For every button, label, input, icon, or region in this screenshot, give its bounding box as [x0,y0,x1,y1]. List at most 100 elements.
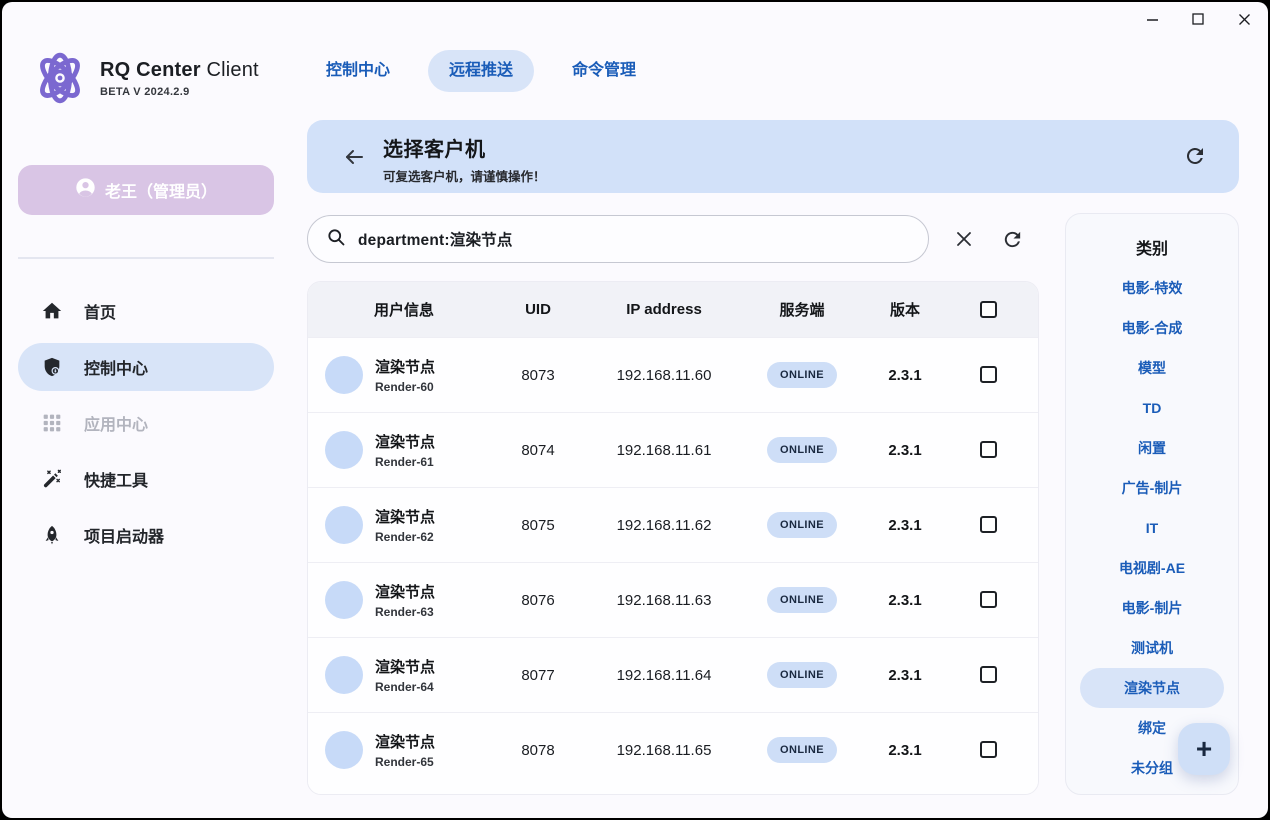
table-row[interactable]: 渲染节点 Render-64 8077 192.168.11.64 ONLINE… [308,637,1038,712]
close-icon[interactable] [1230,6,1258,32]
client-hostname: Render-64 [375,680,435,694]
sidebar-divider [18,257,274,259]
top-nav: 控制中心 远程推送 命令管理 [326,50,636,92]
client-version: 2.3.1 [869,367,941,384]
table-row[interactable]: 渲染节点 Render-61 8074 192.168.11.61 ONLINE… [308,412,1038,487]
col-user-info: 用户信息 [325,299,483,320]
app-title: RQ Center Client [100,59,259,82]
table-header: 用户信息 UID IP address 服务端 版本 [308,282,1038,337]
sidebar-item-label: 控制中心 [84,355,148,379]
status-badge: ONLINE [767,512,837,538]
user-badge-label: 老王（管理员） [105,178,217,202]
client-name: 渲染节点 [375,431,435,452]
app-logo: RQ Center Client BETA V 2024.2.9 [30,48,259,108]
search-icon [326,227,346,252]
client-name: 渲染节点 [375,656,435,677]
window-controls [1138,6,1258,32]
col-server: 服务端 [735,299,869,320]
page-title: 选择客户机 [383,133,546,162]
category-item[interactable]: IT [1080,508,1224,548]
tab-remote-push[interactable]: 远程推送 [428,50,534,92]
avatar [325,581,363,619]
category-item[interactable]: 模型 [1080,348,1224,388]
maximize-icon[interactable] [1184,6,1212,32]
select-client-banner: 选择客户机 可复选客户机，请谨慎操作！ [307,120,1239,193]
client-uid: 8075 [483,517,593,534]
page-subtitle: 可复选客户机，请谨慎操作！ [383,166,546,185]
client-name: 渲染节点 [375,356,435,377]
clear-x-icon[interactable] [951,226,977,252]
category-item[interactable]: 测试机 [1080,628,1224,668]
client-name: 渲染节点 [375,581,435,602]
avatar [325,356,363,394]
client-hostname: Render-60 [375,380,435,394]
avatar [325,506,363,544]
select-all-checkbox[interactable] [980,301,997,318]
category-item[interactable]: 闲置 [1080,428,1224,468]
col-ip: IP address [593,301,735,318]
app-window: RQ Center Client BETA V 2024.2.9 控制中心 远程… [2,2,1268,818]
sidebar-item-label: 应用中心 [84,411,148,435]
row-checkbox[interactable] [980,591,997,608]
sidebar-item-label: 快捷工具 [84,467,148,491]
category-panel: 类别 电影-特效 电影-合成 模型 TD 闲置 广告-制片 IT 电视剧-AE … [1065,213,1239,795]
status-badge: ONLINE [767,662,837,688]
status-badge: ONLINE [767,587,837,613]
client-version: 2.3.1 [869,442,941,459]
table-row[interactable]: 渲染节点 Render-62 8075 192.168.11.62 ONLINE… [308,487,1038,562]
client-uid: 8074 [483,442,593,459]
row-checkbox[interactable] [980,441,997,458]
table-row[interactable]: 渲染节点 Render-63 8076 192.168.11.63 ONLINE… [308,562,1038,637]
back-arrow-icon[interactable] [339,142,369,172]
app-version: BETA V 2024.2.9 [100,86,259,98]
client-uid: 8078 [483,742,593,759]
row-checkbox[interactable] [980,741,997,758]
row-checkbox[interactable] [980,366,997,383]
status-badge: ONLINE [767,362,837,388]
category-title: 类别 [1066,235,1238,259]
row-checkbox[interactable] [980,516,997,533]
client-version: 2.3.1 [869,667,941,684]
tab-command-manage[interactable]: 命令管理 [572,50,636,92]
table-row[interactable]: 渲染节点 Render-60 8073 192.168.11.60 ONLINE… [308,337,1038,412]
sidebar-item-control-center[interactable]: 控制中心 [18,343,274,391]
sidebar-nav: 首页 控制中心 应用中心 [18,287,274,567]
sidebar-item-quick-tools[interactable]: 快捷工具 [18,455,274,503]
wand-icon [40,467,64,491]
grid-icon [40,411,64,435]
search-box[interactable] [307,215,929,263]
add-category-button[interactable]: + [1178,723,1230,775]
category-item[interactable]: TD [1080,388,1224,428]
col-uid: UID [483,301,593,318]
sidebar-item-app-center: 应用中心 [18,399,274,447]
client-uid: 8073 [483,367,593,384]
search-input[interactable] [358,230,878,248]
rocket-icon [40,523,64,547]
row-checkbox[interactable] [980,666,997,683]
client-ip: 192.168.11.60 [593,367,735,384]
client-hostname: Render-61 [375,455,435,469]
tab-control-center[interactable]: 控制中心 [326,50,390,92]
sidebar-item-home[interactable]: 首页 [18,287,274,335]
atom-logo-icon [30,48,90,108]
avatar [325,731,363,769]
minimize-icon[interactable] [1138,6,1166,32]
category-item[interactable]: 电影-合成 [1080,308,1224,348]
refresh-icon[interactable] [1183,144,1209,170]
client-version: 2.3.1 [869,742,941,759]
refresh-icon[interactable] [999,226,1025,252]
category-item[interactable]: 电影-制片 [1080,588,1224,628]
client-hostname: Render-62 [375,530,435,544]
avatar [325,431,363,469]
category-item[interactable]: 广告-制片 [1080,468,1224,508]
shield-icon [40,355,64,379]
table-row[interactable]: 渲染节点 Render-65 8078 192.168.11.65 ONLINE… [308,712,1038,787]
sidebar-item-project-launcher[interactable]: 项目启动器 [18,511,274,559]
category-item-active[interactable]: 渲染节点 [1080,668,1224,708]
client-ip: 192.168.11.65 [593,742,735,759]
user-badge[interactable]: 老王（管理员） [18,165,274,215]
status-badge: ONLINE [767,737,837,763]
category-item[interactable]: 电影-特效 [1080,268,1224,308]
client-name: 渲染节点 [375,506,435,527]
category-item[interactable]: 电视剧-AE [1080,548,1224,588]
